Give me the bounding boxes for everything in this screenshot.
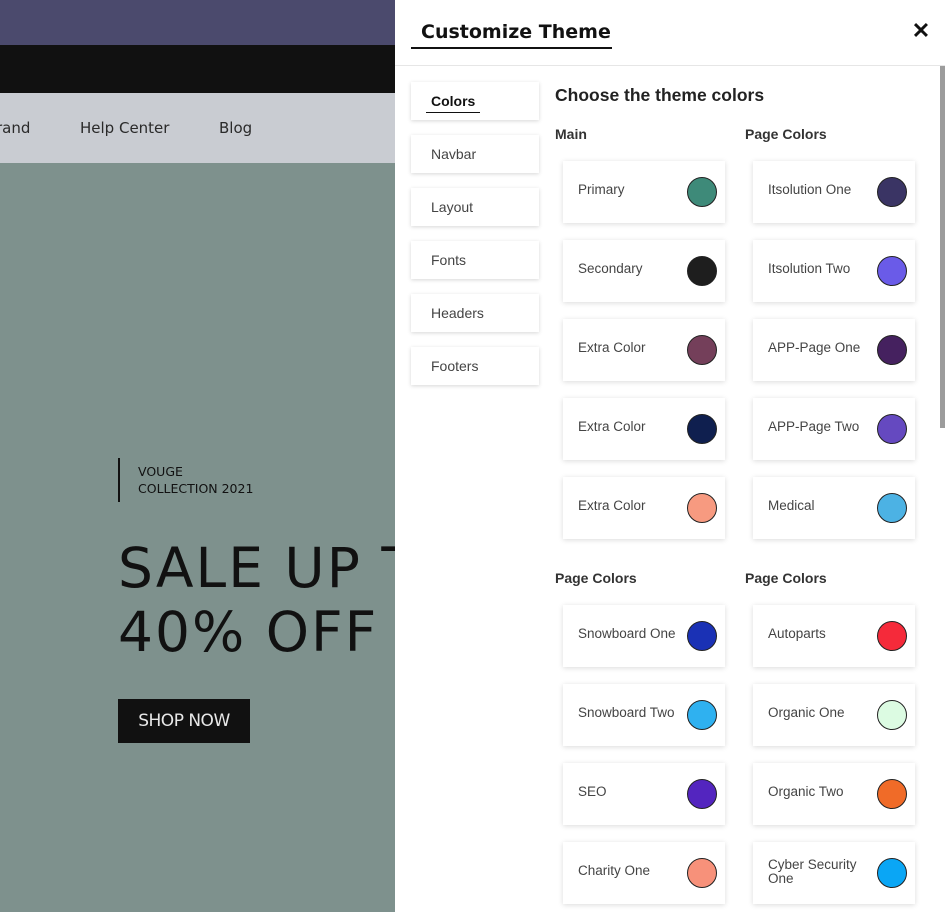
color-card-app-page-two[interactable]: APP-Page Two [753, 398, 915, 460]
tab-colors[interactable]: Colors [411, 82, 539, 120]
color-name: Snowboard One [578, 626, 676, 641]
panel-header: Customize Theme ✕ [395, 0, 945, 66]
shop-now-button[interactable]: SHOP NOW [118, 699, 250, 743]
color-name: SEO [578, 784, 607, 799]
color-swatch[interactable] [877, 621, 907, 651]
color-name: Itsolution Two [768, 261, 851, 276]
color-card-snowboard-one[interactable]: Snowboard One [563, 605, 725, 667]
color-swatch[interactable] [877, 700, 907, 730]
nav-link-help-center[interactable]: Help Center [80, 119, 169, 137]
color-name: Primary [578, 182, 625, 197]
color-swatch[interactable] [687, 858, 717, 888]
color-card-extra-color[interactable]: Extra Color [563, 319, 725, 381]
tab-navbar-label: Navbar [431, 146, 477, 162]
tab-footers[interactable]: Footers [411, 347, 539, 385]
color-name: Snowboard Two [578, 705, 675, 720]
tab-headers-label: Headers [431, 305, 484, 321]
color-card-primary[interactable]: Primary [563, 161, 725, 223]
color-swatch[interactable] [877, 177, 907, 207]
hero-tag-line-1: VOUGE [138, 464, 183, 479]
customize-theme-panel: Customize Theme ✕ Colors Navbar Layout F… [395, 0, 945, 912]
color-card-itsolution-one[interactable]: Itsolution One [753, 161, 915, 223]
color-card-extra-color[interactable]: Extra Color [563, 477, 725, 539]
color-name: Extra Color [578, 498, 646, 513]
tab-colors-label: Colors [426, 93, 481, 113]
tab-footers-label: Footers [431, 358, 479, 374]
group-heading-main: Main [555, 126, 587, 142]
close-icon[interactable]: ✕ [909, 18, 933, 44]
color-card-charity-one[interactable]: Charity One [563, 842, 725, 904]
group-heading-page-colors: Page Colors [555, 570, 637, 586]
nav-link-blog[interactable]: Blog [219, 119, 252, 137]
hero-tag-line-2: COLLECTION 2021 [138, 481, 254, 496]
tab-headers[interactable]: Headers [411, 294, 539, 332]
color-card-extra-color[interactable]: Extra Color [563, 398, 725, 460]
color-name: APP-Page Two [768, 419, 860, 434]
color-card-snowboard-two[interactable]: Snowboard Two [563, 684, 725, 746]
tab-navbar[interactable]: Navbar [411, 135, 539, 173]
color-name: Secondary [578, 261, 643, 276]
group-heading-page-colors: Page Colors [745, 126, 827, 142]
color-card-app-page-one[interactable]: APP-Page One [753, 319, 915, 381]
color-swatch[interactable] [687, 779, 717, 809]
color-name: Cyber Security One [768, 857, 857, 886]
color-card-organic-one[interactable]: Organic One [753, 684, 915, 746]
tab-layout[interactable]: Layout [411, 188, 539, 226]
color-name: Extra Color [578, 340, 646, 355]
color-swatch[interactable] [877, 779, 907, 809]
color-swatch[interactable] [877, 414, 907, 444]
color-name: Organic One [768, 705, 845, 720]
color-swatch[interactable] [687, 414, 717, 444]
hero-title: SALE UP T 40% OFF [118, 536, 417, 664]
hero-title-line-1: SALE UP T [118, 536, 417, 600]
color-swatch[interactable] [687, 621, 717, 651]
color-card-secondary[interactable]: Secondary [563, 240, 725, 302]
color-swatch[interactable] [687, 700, 717, 730]
hero-title-line-2: 40% OFF [118, 600, 379, 664]
color-swatch[interactable] [687, 335, 717, 365]
color-name: Itsolution One [768, 182, 852, 197]
color-name: Extra Color [578, 419, 646, 434]
tab-fonts[interactable]: Fonts [411, 241, 539, 279]
color-name: Medical [768, 498, 815, 513]
panel-scrollbar[interactable] [940, 66, 945, 428]
color-name: Autoparts [768, 626, 826, 641]
color-name: APP-Page One [768, 340, 861, 355]
color-card-itsolution-two[interactable]: Itsolution Two [753, 240, 915, 302]
nav-link-brand[interactable]: rand [0, 119, 30, 137]
color-name: Organic Two [768, 784, 844, 799]
color-swatch[interactable] [877, 493, 907, 523]
color-swatch[interactable] [687, 256, 717, 286]
color-card-seo[interactable]: SEO [563, 763, 725, 825]
color-swatch[interactable] [687, 177, 717, 207]
tab-fonts-label: Fonts [431, 252, 467, 268]
color-swatch[interactable] [877, 335, 907, 365]
color-card-cyber-security-one[interactable]: Cyber Security One [753, 842, 915, 904]
color-card-medical[interactable]: Medical [753, 477, 915, 539]
hero-tagline: VOUGE COLLECTION 2021 [118, 458, 253, 502]
color-card-organic-two[interactable]: Organic Two [753, 763, 915, 825]
color-card-autoparts[interactable]: Autoparts [753, 605, 915, 667]
color-swatch[interactable] [687, 493, 717, 523]
panel-title: Customize Theme [411, 21, 612, 49]
tab-layout-label: Layout [431, 199, 474, 215]
group-heading-page-colors: Page Colors [745, 570, 827, 586]
color-swatch[interactable] [877, 256, 907, 286]
color-name: Charity One [578, 863, 651, 878]
section-heading: Choose the theme colors [555, 85, 765, 105]
color-swatch[interactable] [877, 858, 907, 888]
